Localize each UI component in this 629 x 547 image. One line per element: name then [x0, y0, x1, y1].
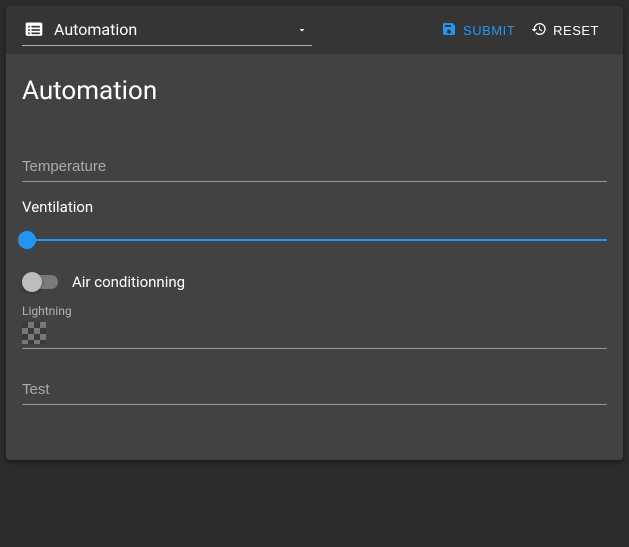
air-conditioning-label: Air conditionning — [72, 273, 185, 291]
automation-card: Automation SUBMIT — [6, 6, 623, 460]
temperature-input[interactable] — [22, 152, 607, 182]
lightning-label: Lightning — [22, 304, 607, 318]
switch-thumb[interactable] — [22, 272, 42, 292]
lightning-color-swatch[interactable] — [22, 322, 46, 344]
test-field — [22, 375, 607, 405]
ventilation-label: Ventilation — [22, 198, 607, 216]
ventilation-field: Ventilation — [22, 198, 607, 250]
ventilation-slider[interactable] — [22, 230, 607, 250]
slider-thumb[interactable] — [18, 231, 36, 249]
dataset-select[interactable]: Automation — [22, 14, 312, 46]
toolbar: Automation SUBMIT — [6, 6, 623, 54]
submit-button-label: SUBMIT — [463, 23, 515, 38]
reset-button[interactable]: RESET — [523, 15, 607, 46]
air-conditioning-field: Air conditionning — [22, 272, 607, 292]
chevron-down-icon — [296, 24, 308, 36]
reset-button-label: RESET — [553, 23, 599, 38]
history-icon — [531, 21, 553, 40]
save-icon — [441, 21, 463, 40]
list-icon — [24, 20, 44, 40]
page-title: Automation — [22, 76, 607, 106]
air-conditioning-switch[interactable] — [22, 272, 58, 292]
submit-button[interactable]: SUBMIT — [433, 15, 523, 46]
slider-track — [22, 239, 607, 241]
temperature-field — [22, 152, 607, 182]
lightning-field: Lightning — [22, 304, 607, 349]
dataset-select-value: Automation — [54, 20, 296, 39]
test-input[interactable] — [22, 375, 607, 405]
